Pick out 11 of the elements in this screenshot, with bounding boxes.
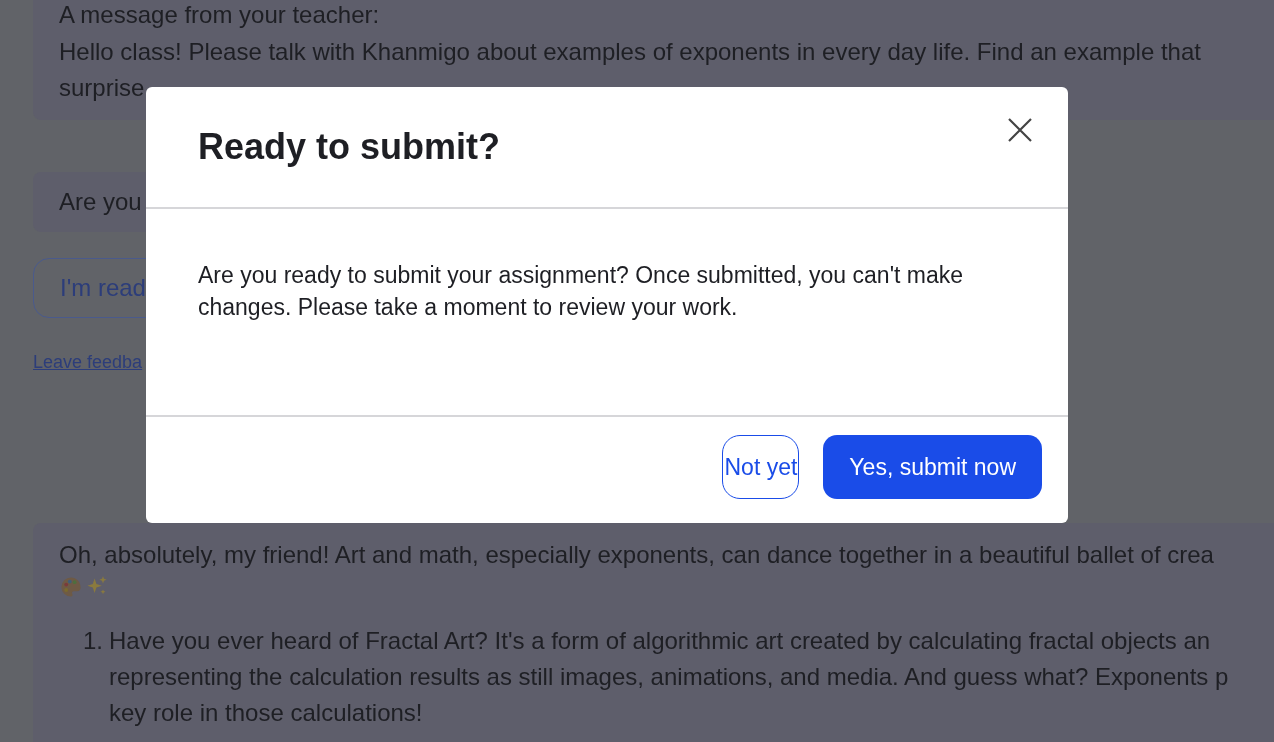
list-number: 1.: [83, 626, 103, 656]
cancel-button[interactable]: Not yet: [722, 435, 800, 499]
message-heading: A message from your teacher:: [59, 0, 381, 30]
close-icon: [1006, 116, 1034, 144]
submit-button[interactable]: Yes, submit now: [823, 435, 1042, 499]
dialog-title: Ready to submit?: [198, 126, 501, 168]
reply-text: Oh, absolutely, my friend! Art and math, especially exponents, can dance together in a beautiful ballet of crea: [59, 540, 1215, 570]
message-text: Hello class! Please talk with Khanmigo about examples of exponents in every day life. Find an example that surprise: [59, 37, 1202, 103]
palette-icon: [59, 575, 83, 599]
list-item-text: Have you ever heard of Fractal Art? It's a form of algorithmic art created by calculating fractal objects an representing the calculation results as still images, animations, and media. And guess what? Exponents p key role in those calculations!: [109, 626, 1229, 728]
prompt-text: Are you: [59, 188, 142, 216]
